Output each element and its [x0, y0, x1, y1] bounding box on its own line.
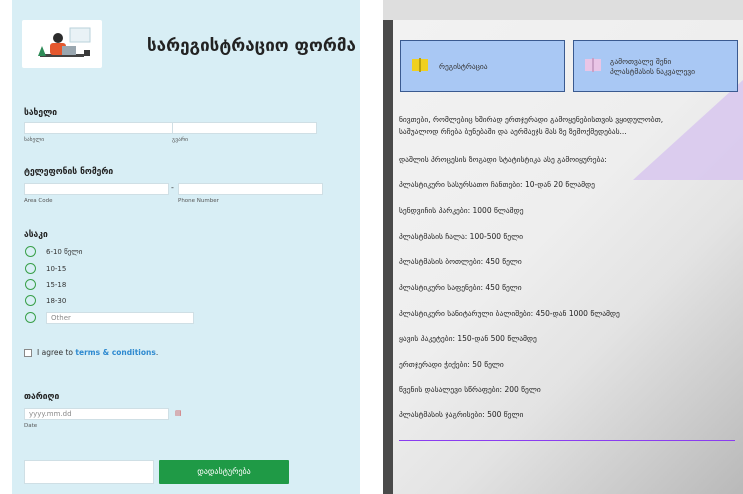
- stats-heading: დაშლის პროცესის ზოგადი სტატისტიკა ასე გა…: [399, 155, 607, 164]
- calendar-icon[interactable]: ▤: [175, 409, 182, 417]
- terms-text: I agree to terms & conditions.: [37, 348, 158, 357]
- phone-label: ტელეფონის ნომერი: [24, 167, 114, 177]
- name-label: სახელი: [24, 108, 58, 118]
- age-radio-2[interactable]: [25, 263, 36, 274]
- terms-link[interactable]: terms & conditions: [75, 348, 155, 357]
- registration-tile[interactable]: რეგისტრაცია: [400, 40, 565, 92]
- agree-label: I agree to: [37, 348, 74, 357]
- stat-item: პლასტმასის ბოთლები: 450 წელი: [399, 257, 522, 266]
- form-title: სარეგისტრაციო ფორმა: [147, 36, 356, 56]
- intro-line: საშუალოდ რჩება ბუნებაში და აერმაეჯს მას …: [399, 127, 627, 136]
- phone-dash: -: [171, 183, 174, 192]
- age-radio-4[interactable]: [25, 295, 36, 306]
- date-sublabel: Date: [24, 423, 38, 429]
- logo: [22, 20, 102, 68]
- date-input[interactable]: yyyy.mm.dd: [24, 408, 169, 420]
- top-band: [383, 0, 743, 20]
- intro-line: ნივთები, რომლებიც ხშირად ერთჯერადი გამოყ…: [399, 115, 664, 124]
- phone-number-sublabel: Phone Number: [178, 198, 219, 204]
- footprint-tile[interactable]: გამოთვალე შენი პლასტმასის ნაკვალევი: [573, 40, 738, 92]
- age-radio-3[interactable]: [25, 279, 36, 290]
- area-code-sublabel: Area Code: [24, 198, 53, 204]
- last-name-sublabel: გვარი: [172, 137, 189, 143]
- left-edge-strip: [383, 20, 393, 494]
- submit-button[interactable]: დადასტურება: [159, 460, 289, 484]
- age-radio-1[interactable]: [25, 246, 36, 257]
- info-panel: რეგისტრაცია გამოთვალე შენი პლასტმასის ნა…: [383, 20, 743, 494]
- tile-label-line1: გამოთვალე შენი: [610, 57, 672, 66]
- phone-number-input[interactable]: [178, 183, 323, 195]
- stat-item: სენდვიჩის პარკები: 1000 წლამდე: [399, 206, 524, 215]
- area-code-input[interactable]: [24, 183, 169, 195]
- age-option-label: 18-30: [46, 297, 67, 305]
- agree-end: .: [155, 348, 159, 357]
- person-at-laptop-icon: [38, 27, 91, 57]
- stat-item: ერთჯერადი ჭიქები: 50 წელი: [399, 360, 504, 369]
- stat-item: პლასტიკური სასურსათო ჩანთები: 10-დან 20 …: [399, 180, 595, 189]
- stat-item: პლასტმასის ჯაგრისები: 500 წელი: [399, 410, 524, 419]
- tile-label-line2: პლასტმასის ნაკვალევი: [610, 67, 695, 76]
- last-name-input[interactable]: [172, 122, 317, 134]
- stat-item: პლასტიკური საფენები: 450 წელი: [399, 283, 522, 292]
- age-option-label: 10-15: [46, 265, 67, 273]
- registration-form: სარეგისტრაციო ფორმა სახელი სახელი გვარი …: [12, 0, 360, 494]
- terms-checkbox[interactable]: [24, 349, 32, 357]
- age-label: ასაკი: [24, 230, 48, 240]
- age-option-label: 15-18: [46, 281, 67, 289]
- age-option-label: 6-10 წელი: [46, 248, 83, 256]
- date-label: თარიღი: [24, 392, 60, 402]
- captcha-box[interactable]: [24, 460, 154, 484]
- stat-item: წვენის დასალევი სწრაფები: 200 წელი: [399, 385, 541, 394]
- other-age-input[interactable]: Other: [46, 312, 194, 324]
- stat-item: ყავის პაკეტები: 150-დან 500 წლამდე: [399, 334, 537, 343]
- divider-line: [399, 440, 735, 441]
- age-radio-other[interactable]: [25, 312, 36, 323]
- first-name-input[interactable]: [24, 122, 179, 134]
- book-icon: [585, 58, 601, 72]
- first-name-sublabel: სახელი: [24, 137, 45, 143]
- stat-item: პლასტიკური სანიტარული ბალიშები: 450-დან …: [399, 309, 620, 318]
- stat-item: პლასტმასის ჩალა: 100-500 წელი: [399, 232, 523, 241]
- decorative-triangle: [633, 80, 743, 180]
- tile-label: რეგისტრაცია: [439, 62, 488, 71]
- book-icon: [412, 58, 428, 72]
